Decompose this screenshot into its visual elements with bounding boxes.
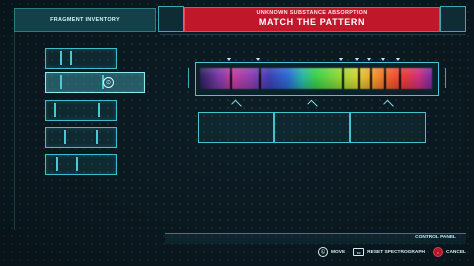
line-marker-icon — [339, 58, 343, 61]
touchpad-icon: ▭ — [353, 248, 365, 256]
control-panel: CONTROL PANEL — [165, 233, 466, 244]
fragment-line — [60, 75, 62, 89]
circle-button-icon: ○ — [433, 247, 443, 257]
left-stick-icon: Ⓛ — [318, 247, 329, 257]
fragment-slot-1[interactable] — [45, 48, 117, 69]
line-marker-icon — [396, 58, 400, 61]
absorption-line — [399, 68, 401, 89]
absorption-line — [384, 68, 386, 89]
pattern-slot-1[interactable] — [198, 112, 274, 143]
move-hint: Ⓛ MOVE — [318, 247, 345, 257]
objective-title: MATCH THE PATTERN — [258, 17, 366, 27]
objective-banner: UNKNOWN SUBSTANCE ABSORPTION MATCH THE P… — [184, 7, 440, 32]
pattern-slot-3[interactable] — [350, 112, 426, 143]
fragment-slot-3[interactable] — [45, 100, 117, 121]
hex-left-icon — [158, 6, 184, 32]
fragment-slot-5[interactable] — [45, 154, 117, 175]
fragment-line — [98, 103, 100, 117]
spectrograph-right-bracket — [442, 68, 446, 88]
line-marker-icon — [381, 58, 385, 61]
absorption-line — [358, 68, 360, 89]
spectrograph — [195, 62, 439, 96]
fragment-slot-2[interactable]: ⊙ — [45, 72, 145, 93]
fragment-line — [96, 130, 98, 144]
line-marker-icon — [256, 58, 260, 61]
fragment-line — [64, 130, 66, 144]
absorption-line — [342, 68, 344, 89]
line-marker-icon — [367, 58, 371, 61]
objective-subtitle: UNKNOWN SUBSTANCE ABSORPTION — [256, 10, 368, 16]
inventory-header: FRAGMENT INVENTORY — [14, 8, 156, 32]
absorption-spectrum — [200, 68, 432, 89]
fragment-line — [54, 103, 56, 117]
absorption-line — [230, 68, 232, 89]
control-hints: Ⓛ MOVE ▭ RESET SPECTROGRAPH ○ CANCEL — [165, 245, 466, 259]
fragment-line — [70, 51, 72, 65]
control-panel-title: CONTROL PANEL — [415, 235, 456, 240]
absorption-line — [259, 68, 261, 89]
spectrograph-left-bracket — [188, 68, 192, 88]
cancel-label: CANCEL — [446, 249, 466, 255]
fragment-line — [76, 157, 78, 171]
fragment-line — [60, 51, 62, 65]
hex-right-icon — [440, 6, 466, 32]
fragment-slot-4[interactable] — [45, 127, 117, 148]
reset-label: RESET SPECTROGRAPH — [367, 249, 425, 255]
inventory-title: FRAGMENT INVENTORY — [50, 17, 120, 23]
fragment-line — [56, 157, 58, 171]
pattern-slot-2[interactable] — [274, 112, 350, 143]
reset-hint[interactable]: ▭ RESET SPECTROGRAPH — [353, 248, 425, 256]
select-fragment-icon[interactable]: ⊙ — [103, 77, 114, 88]
line-marker-icon — [227, 58, 231, 61]
absorption-line — [370, 68, 372, 89]
move-label: MOVE — [331, 249, 346, 255]
line-marker-icon — [355, 58, 359, 61]
cancel-hint[interactable]: ○ CANCEL — [433, 247, 466, 257]
